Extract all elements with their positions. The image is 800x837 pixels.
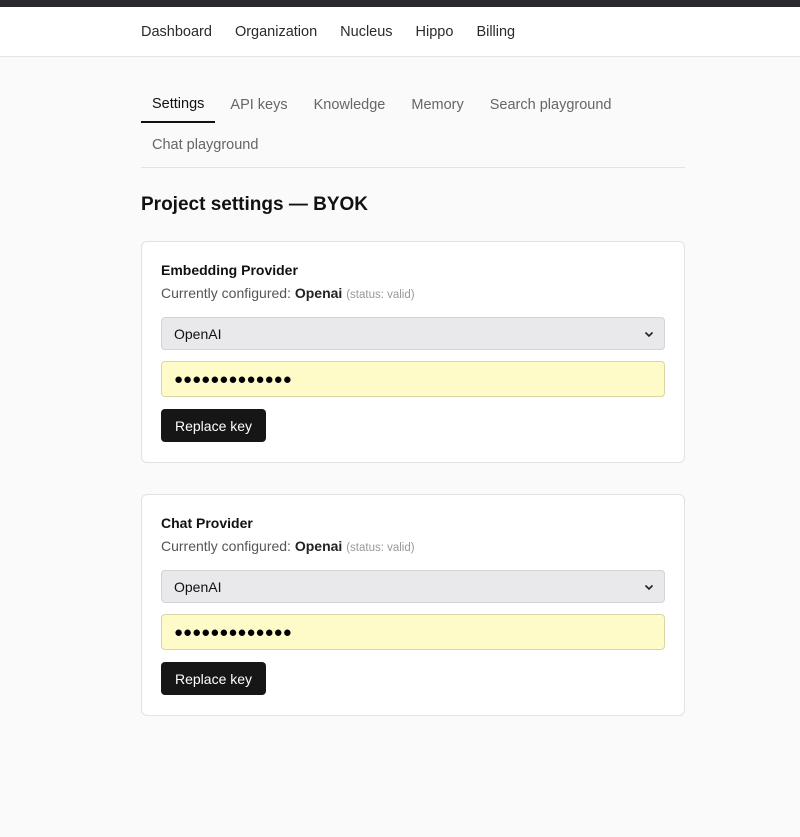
select-value: OpenAI [174, 325, 222, 342]
main-nav: Dashboard Organization Nucleus Hippo Bil… [0, 7, 800, 57]
status-text: (status: valid) [346, 542, 415, 554]
chat-provider-card: Chat Provider Currently configured: Open… [141, 494, 685, 716]
configured-provider: Openai [294, 285, 343, 301]
chevron-down-icon [644, 584, 654, 590]
embedding-provider-card: Embedding Provider Currently configured:… [141, 241, 685, 463]
replace-key-button[interactable]: Replace key [161, 662, 267, 695]
tab-settings[interactable]: Settings [141, 87, 216, 123]
tab-chat-playground[interactable]: Chat playground [141, 127, 269, 163]
tab-memory[interactable]: Memory [400, 87, 474, 123]
configured-provider: Openai [294, 538, 343, 554]
nav-hippo[interactable]: Hippo [416, 24, 454, 40]
configured-line: Currently configured: Openai (status: va… [161, 285, 665, 301]
main-content: Settings API keys Knowledge Memory Searc… [141, 87, 685, 747]
nav-dashboard[interactable]: Dashboard [141, 24, 212, 40]
tab-knowledge[interactable]: Knowledge [303, 87, 397, 123]
provider-select[interactable]: OpenAI [161, 317, 665, 350]
card-title: Chat Provider [161, 515, 253, 531]
chevron-down-icon [644, 331, 654, 337]
provider-select[interactable]: OpenAI [161, 570, 665, 603]
nav-billing[interactable]: Billing [476, 24, 515, 40]
status-text: (status: valid) [346, 289, 415, 301]
configured-line: Currently configured: Openai (status: va… [161, 538, 665, 554]
tab-search-playground[interactable]: Search playground [479, 87, 623, 123]
tab-api-keys[interactable]: API keys [219, 87, 298, 123]
nav-organization[interactable]: Organization [235, 24, 317, 40]
replace-key-button[interactable]: Replace key [161, 409, 267, 442]
page-title: Project settings — BYOK [141, 194, 368, 215]
top-bar [0, 0, 800, 7]
configured-prefix: Currently configured: [161, 285, 291, 301]
select-value: OpenAI [174, 578, 222, 595]
tab-bar: Settings API keys Knowledge Memory Searc… [141, 87, 685, 168]
api-key-field[interactable]: ●●●●●●●●●●●●● [161, 614, 665, 650]
api-key-field[interactable]: ●●●●●●●●●●●●● [161, 361, 665, 397]
configured-prefix: Currently configured: [161, 538, 291, 554]
card-title: Embedding Provider [161, 262, 298, 278]
nav-nucleus[interactable]: Nucleus [340, 24, 392, 40]
